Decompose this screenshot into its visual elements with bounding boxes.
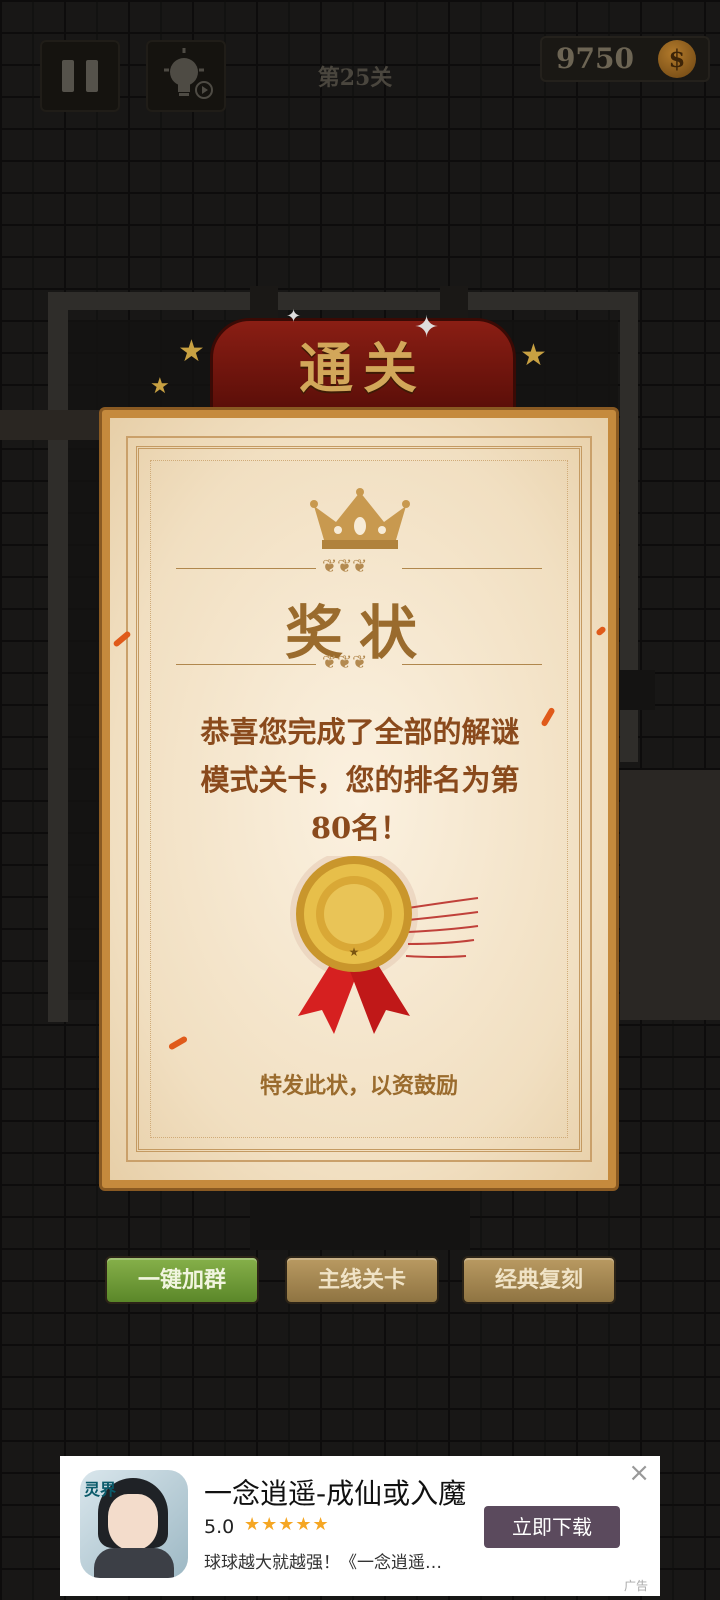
level-complete-title: 通关 [299, 336, 427, 400]
lightbulb-icon [164, 48, 213, 99]
gold-medal-icon: ★ [290, 856, 479, 1034]
level-label: 第25关 [317, 65, 393, 91]
svg-text:★: ★ [349, 945, 360, 959]
ornament-icon: ❦❦❦ [322, 556, 368, 577]
pipe-left [48, 292, 68, 1022]
divider-line [176, 568, 316, 569]
star-icon: ★ [520, 338, 547, 373]
pause-icon [62, 60, 74, 92]
star-icon: ★ [150, 374, 170, 399]
certificate-message: 恭喜您完成了全部的解谜模式关卡，您的排名为第80名！ [200, 715, 520, 845]
sparkle-icon: ✦ [414, 310, 440, 345]
divider-line [176, 664, 316, 665]
main-levels-button[interactable]: 主线关卡 [285, 1256, 439, 1304]
certificate-paper: ❦❦❦ 奖状 ❦❦❦ 恭喜您完成了全部的解谜模式关卡，您的排名为第80名！ ★ … [110, 418, 608, 1180]
ad-rating: 5.0 [204, 1516, 235, 1538]
crown-icon [310, 488, 410, 549]
divider-line [402, 568, 542, 569]
hint-button[interactable] [146, 40, 226, 112]
ad-banner[interactable]: 灵界 一念逍遥-成仙或入魔 5.0 ★★★★★ 球球越大就越强！《一念逍遥… 立… [60, 1456, 660, 1596]
ad-app-icon[interactable]: 灵界 [80, 1470, 188, 1578]
classic-remake-button[interactable]: 经典复刻 [462, 1256, 616, 1304]
sparkle-icon: ✦ [286, 306, 302, 327]
divider-line [402, 664, 542, 665]
coin-icon: $ [658, 40, 696, 78]
join-group-button[interactable]: 一键加群 [105, 1256, 259, 1304]
certificate-footer: 特发此状，以资鼓励 [259, 1073, 458, 1099]
ad-label: 广告 [623, 1579, 648, 1593]
star-icon: ★ [178, 334, 205, 369]
coin-counter: 9750 $ [540, 36, 710, 82]
ad-rating-stars: ★★★★★ [244, 1514, 330, 1535]
floor-gap [250, 1190, 470, 1250]
ornament-icon: ❦❦❦ [322, 652, 368, 673]
ad-download-button[interactable]: 立即下载 [484, 1506, 620, 1548]
pin-side [610, 670, 655, 710]
pipe-stub-left [0, 410, 110, 440]
treasure-room [620, 770, 720, 1020]
ad-icon-label: 灵界 [84, 1480, 117, 1499]
ad-character-face [108, 1494, 158, 1550]
ad-description: 球球越大就越强！《一念逍遥… [204, 1553, 442, 1573]
ad-character-robe [94, 1548, 174, 1578]
award-certificate: ❦❦❦ 奖状 ❦❦❦ 恭喜您完成了全部的解谜模式关卡，您的排名为第80名！ ★ … [102, 410, 616, 1188]
ad-close-icon[interactable]: × [628, 1458, 650, 1488]
pipe-top [48, 292, 638, 310]
coin-count: 9750 [556, 42, 634, 75]
pause-button[interactable] [40, 40, 120, 112]
pause-icon-bar [86, 60, 98, 92]
